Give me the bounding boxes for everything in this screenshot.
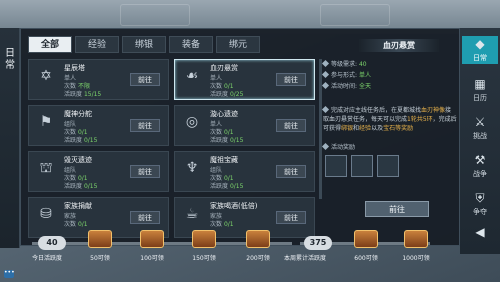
tab-calendar[interactable]: ▦ 日历 (462, 76, 498, 104)
chest-label: 1000可领 (402, 255, 430, 262)
chest-icon[interactable] (246, 230, 270, 248)
sidebar: 日常 (0, 28, 20, 248)
card-activity: 活跃度 0/15 (210, 137, 244, 144)
detail-level: 等级需求: 40 (321, 59, 367, 68)
collapse-arrow-icon[interactable]: ◀ (462, 224, 498, 252)
chest-label: 100可领 (140, 255, 164, 262)
card-title: 家族喝酒(低倍) (210, 202, 258, 210)
bullet-icon (321, 70, 330, 79)
chest-icon[interactable] (404, 230, 428, 248)
tab-contest[interactable]: ⛨ 争夺 (462, 190, 498, 218)
right-category-nav: ◆ 日常 ▦ 日历 ⚔ 挑战 ⚒ 战争 ⛨ 争夺 ◀ (460, 28, 500, 254)
family-drink-icon: ☕ (185, 206, 199, 222)
tab-bound-silver[interactable]: 绑银 (122, 36, 166, 53)
card-title: 血刃悬赏 (210, 64, 238, 72)
detail-form: 参与形式: 单人 (321, 70, 371, 79)
tab-daily[interactable]: ◆ 日常 (462, 36, 498, 64)
chest-icon[interactable] (354, 230, 378, 248)
tab-equipment[interactable]: 装备 (169, 36, 213, 53)
bullet-icon (321, 105, 330, 114)
calendar-icon: ▦ (474, 77, 486, 91)
weekly-activity-label: 本周累计活跃度 (284, 255, 327, 262)
weekly-activity-value: 375 (304, 236, 332, 250)
activity-card-destruction-ruins[interactable]: ⛫ 毁灭遗迹 组队 次数 0/1 活跃度 0/15 前往 (28, 151, 169, 192)
chest-label: 600可领 (354, 255, 378, 262)
card-count: 次数 0/1 (64, 221, 88, 228)
card-title: 魔神分舵 (64, 110, 92, 118)
detail-description: 完成对应主线任务后，在夏都城找血刃神像接取血刃悬赏任务，每天可以完成1轮共5环，… (321, 105, 457, 132)
filter-tabs: 全部 经验 绑银 装备 绑元 (28, 36, 260, 53)
chest-label: 50可领 (90, 255, 110, 262)
card-title: 星辰塔 (64, 64, 85, 72)
background-decoration (120, 4, 190, 26)
bounty-icon: ☙ (185, 68, 199, 84)
chest-label: 200可领 (246, 255, 270, 262)
go-button[interactable]: 前往 (276, 165, 306, 178)
go-button[interactable]: 前往 (130, 119, 160, 132)
bullet-icon (321, 59, 330, 68)
chest-label: 150可领 (192, 255, 216, 262)
activity-panel: 全部 经验 绑银 装备 绑元 ✡ 星辰塔 单人 次数 不限 活跃度 15/15 … (20, 28, 460, 246)
challenge-icon: ⚔ (474, 115, 486, 129)
card-count: 次数 0/1 (210, 221, 234, 228)
family-donate-icon: ⛁ (40, 206, 52, 222)
card-title: 漩心遗迹 (210, 110, 238, 118)
treasure-icon: ♆ (185, 160, 199, 176)
demon-banner-icon: ⚑ (39, 114, 53, 130)
activity-detail: 血刃悬赏 等级需求: 40 参与形式: 单人 活动时间: 全天 完成对应主线任务… (319, 39, 459, 235)
tab-exp[interactable]: 经验 (75, 36, 119, 53)
bullet-icon (321, 81, 330, 90)
card-title: 家族捐献 (64, 202, 92, 210)
tab-bound-yuan[interactable]: 绑元 (216, 36, 260, 53)
background-decoration (320, 4, 390, 26)
vortex-icon: ◎ (185, 114, 199, 130)
tab-all[interactable]: 全部 (28, 36, 72, 53)
reward-item-crystal-icon[interactable] (377, 155, 399, 177)
activity-progress-bar: 40 今日活跃度 50可领 100可领 150可领 200可领 375 本周累计… (0, 230, 460, 266)
activity-card-bounty[interactable]: ☙ 血刃悬赏 单人 次数 0/1 活跃度 0/25 前往 (174, 59, 315, 100)
tab-war[interactable]: ⚒ 战争 (462, 152, 498, 180)
chest-icon[interactable] (140, 230, 164, 248)
card-activity: 活跃度 0/15 (64, 137, 98, 144)
reward-item-badge-icon[interactable] (325, 155, 347, 177)
detail-title: 血刃悬赏 (359, 39, 439, 52)
card-activity: 活跃度 15/15 (64, 91, 102, 98)
activity-card-demon-branch[interactable]: ⚑ 魔神分舵 组队 次数 0/1 活跃度 0/15 前往 (28, 105, 169, 146)
chest-icon[interactable] (192, 230, 216, 248)
war-icon: ⚒ (474, 153, 486, 167)
activity-card-vortex-ruins[interactable]: ◎ 漩心遗迹 单人 次数 0/1 活跃度 0/15 前往 (174, 105, 315, 146)
ruins-icon: ⛫ (39, 160, 53, 176)
tab-challenge[interactable]: ⚔ 挑战 (462, 114, 498, 142)
activity-card-demon-treasure[interactable]: ♆ 魔祖宝藏 组队 次数 0/1 活跃度 0/15 前往 (174, 151, 315, 192)
today-activity-label: 今日活跃度 (32, 255, 63, 262)
detail-go-button[interactable]: 前往 (365, 201, 429, 217)
daily-icon: ◆ (475, 37, 485, 51)
go-button[interactable]: 前往 (276, 211, 306, 224)
go-button[interactable]: 前往 (276, 119, 306, 132)
star-tower-icon: ✡ (40, 68, 52, 84)
bullet-icon (321, 142, 330, 151)
go-button[interactable]: 前往 (130, 211, 160, 224)
detail-time: 活动时间: 全天 (321, 81, 371, 90)
card-title: 毁灭遗迹 (64, 156, 92, 164)
go-button[interactable]: 前往 (130, 165, 160, 178)
contest-icon: ⛨ (475, 191, 485, 205)
detail-reward-label: 活动奖励 (321, 142, 355, 151)
card-title: 魔祖宝藏 (210, 156, 238, 164)
card-activity: 活跃度 0/25 (210, 91, 244, 98)
activity-card-star-tower[interactable]: ✡ 星辰塔 单人 次数 不限 活跃度 15/15 前往 (28, 59, 169, 100)
go-button[interactable]: 前往 (130, 73, 160, 86)
go-button[interactable]: 前往 (276, 73, 306, 86)
sidebar-title: 日常 (5, 48, 15, 71)
card-activity: 活跃度 0/15 (210, 183, 244, 190)
chat-icon[interactable]: ••• (4, 270, 15, 278)
today-activity-value: 40 (38, 236, 66, 250)
card-activity: 活跃度 0/15 (64, 183, 98, 190)
chest-icon[interactable] (88, 230, 112, 248)
reward-item-card-icon[interactable] (351, 155, 373, 177)
activity-grid: ✡ 星辰塔 单人 次数 不限 活跃度 15/15 前往 ☙ 血刃悬赏 单人 次数… (28, 59, 318, 245)
